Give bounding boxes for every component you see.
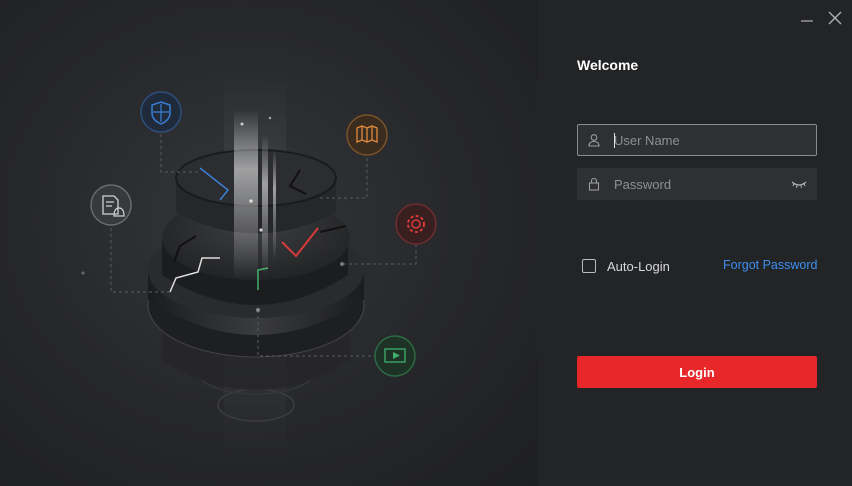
password-input[interactable] [614, 169, 794, 199]
document-bell-icon [90, 184, 132, 226]
video-play-icon [374, 335, 416, 377]
shield-icon [140, 91, 182, 133]
page-title: Welcome [577, 57, 639, 73]
close-icon[interactable] [827, 10, 843, 26]
auto-login-label[interactable]: Auto-Login [607, 259, 670, 274]
minimize-icon[interactable] [799, 10, 815, 26]
forgot-password-link[interactable]: Forgot Password [723, 258, 817, 272]
user-icon [588, 134, 600, 147]
server-illustration [81, 70, 437, 460]
eye-closed-icon[interactable] [791, 178, 807, 190]
username-field[interactable] [577, 124, 817, 156]
illustration-panel [0, 0, 538, 486]
gear-icon [395, 203, 437, 245]
password-field[interactable] [577, 168, 817, 200]
auto-login-checkbox[interactable] [582, 259, 596, 273]
login-button[interactable]: Login [577, 356, 817, 388]
lock-icon [588, 177, 600, 191]
username-input[interactable] [614, 125, 794, 155]
map-icon [346, 114, 388, 156]
